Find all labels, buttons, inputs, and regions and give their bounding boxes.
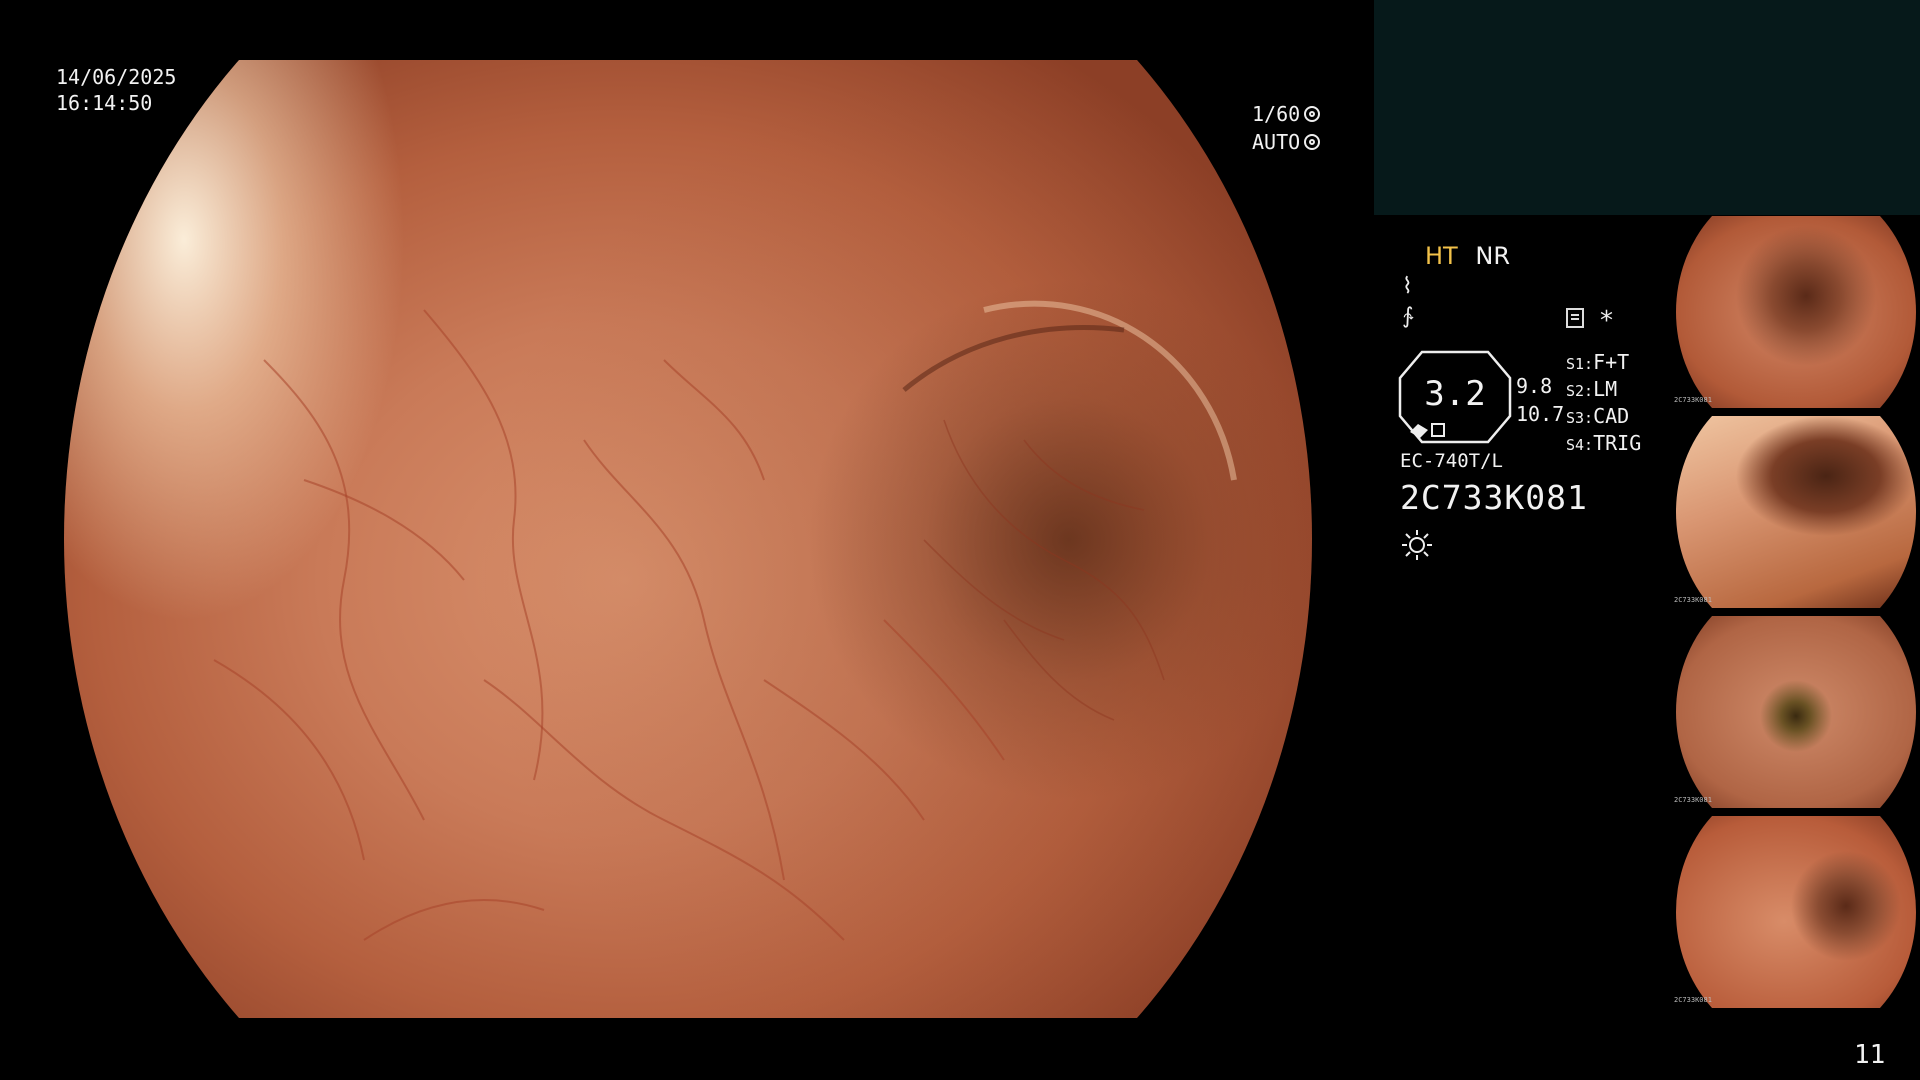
capture-date: 14/06/2025	[56, 65, 177, 89]
light-icon	[1402, 530, 1432, 560]
thumbnail-caption: 2C733K081	[1674, 596, 1712, 604]
thumbnail-caption: 2C733K081	[1674, 396, 1712, 404]
switch-s3: S3:CAD	[1566, 404, 1630, 428]
switch-assignments: S1:F+T S2:LM S3:CAD S4:TRIG	[1566, 350, 1641, 458]
ht-mode-label: HT	[1425, 242, 1458, 270]
switch-s2: S2:LM	[1566, 377, 1618, 401]
captured-image-thumbnail[interactable]: 2C733K081	[1672, 216, 1920, 408]
shutter-icon	[1304, 106, 1321, 122]
auto-icon	[1304, 134, 1321, 150]
exposure-block: 1/60 AUTO	[1252, 100, 1321, 156]
zoom-side-top: 9.8	[1516, 374, 1553, 398]
scope-serial: 2C733K081	[1400, 478, 1588, 517]
thumbnail-image	[1676, 216, 1916, 408]
thumbnail-caption: 2C733K081	[1674, 796, 1712, 804]
info-top-panel	[1374, 0, 1920, 215]
switch-s1: S1:F+T	[1566, 350, 1630, 374]
asterisk-icon: *	[1600, 306, 1613, 336]
vessel-pattern	[213, 300, 1237, 941]
exposure-mode: AUTO	[1252, 130, 1301, 154]
zoom-side-bottom: 10.7	[1516, 402, 1565, 426]
capture-datetime: 14/06/2025 16:14:50	[56, 64, 176, 116]
filter-icon: ∱	[1402, 304, 1414, 329]
capture-time: 16:14:50	[56, 91, 153, 115]
captured-image-thumbnail[interactable]: 2C733K081	[1672, 416, 1920, 608]
processing-modes: HT NR	[1425, 242, 1510, 270]
thumbnail-caption: 2C733K081	[1674, 996, 1712, 1004]
zoom-value: 3.2	[1424, 374, 1486, 414]
endoscope-main-view	[64, 60, 1312, 1018]
page-number: 11	[1854, 1040, 1886, 1070]
nr-mode-label: NR	[1475, 242, 1510, 270]
wave-icon: ⌇	[1402, 274, 1413, 299]
switch-s4: S4:TRIG	[1566, 431, 1642, 455]
thumbnail-image	[1676, 416, 1916, 608]
shutter-speed: 1/60	[1252, 102, 1301, 126]
scope-model: EC-740T/L	[1400, 450, 1503, 472]
list-icon	[1566, 308, 1584, 328]
captured-image-thumbnail[interactable]: 2C733K081	[1672, 816, 1920, 1008]
captured-image-thumbnail[interactable]: 2C733K081	[1672, 616, 1920, 808]
zoom-side-values: 9.8 10.7	[1516, 372, 1564, 428]
thumbnail-image	[1676, 816, 1916, 1008]
thumbnail-image	[1676, 616, 1916, 808]
